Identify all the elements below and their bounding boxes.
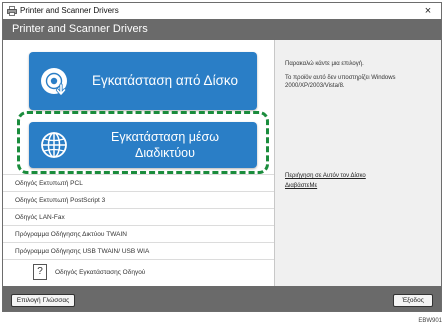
install-from-internet-label: Εγκατάσταση μέσω Διαδικτύου	[79, 129, 251, 161]
install-from-internet-button[interactable]: Εγκατάσταση μέσω Διαδικτύου	[29, 122, 257, 168]
footer-bar: Επιλογή Γλώσσας Έξοδος	[3, 286, 441, 311]
installer-window: Printer and Scanner Drivers × Printer an…	[2, 2, 442, 312]
compatibility-note: Το προϊόν αυτό δεν υποστηρίζει Windows 2…	[285, 75, 396, 89]
question-icon: ?	[33, 264, 47, 280]
driver-list: Οδηγός Εκτυπωτή PCL Οδηγός Εκτυπωτή Post…	[3, 174, 274, 259]
exit-button[interactable]: Έξοδος	[393, 294, 433, 307]
window-title: Printer and Scanner Drivers	[20, 6, 119, 15]
disc-install-icon	[41, 68, 67, 96]
install-from-internet-line-1: Εγκατάσταση μέσω	[111, 130, 219, 144]
app-header: Printer and Scanner Drivers	[3, 19, 441, 40]
install-from-internet-line-2: Διαδικτύου	[135, 146, 195, 160]
driver-item-usb-twain-wia[interactable]: Πρόγραμμα Οδήγησης USB TWAIN/ USB WIA	[3, 242, 274, 259]
guide-label: Οδηγός Εγκατάστασης Οδηγού	[55, 269, 146, 276]
left-panel: Εγκατάσταση από Δίσκο Εγκατάσταση μέσω Δ…	[3, 40, 275, 286]
readme-link[interactable]: ΔιαβάστεΜε	[285, 182, 317, 190]
driver-item-postscript[interactable]: Οδηγός Εκτυπωτή PostScript 3	[3, 191, 274, 208]
browse-disk-link[interactable]: Περιήγηση σε Αυτόν τον Δίσκο	[285, 172, 366, 180]
select-language-button[interactable]: Επιλογή Γλώσσας	[11, 294, 75, 307]
driver-item-lan-fax[interactable]: Οδηγός LAN-Fax	[3, 208, 274, 225]
title-bar: Printer and Scanner Drivers ×	[3, 3, 441, 19]
close-button[interactable]: ×	[421, 3, 435, 19]
figure-reference-code: EBW901	[418, 318, 442, 324]
driver-item-pcl[interactable]: Οδηγός Εκτυπωτή PCL	[3, 174, 274, 191]
install-from-disk-label: Εγκατάσταση από Δίσκο	[91, 73, 239, 88]
info-panel: Παρακαλώ κάντε μια επιλογή. Το προϊόν αυ…	[275, 40, 441, 286]
install-from-disk-button[interactable]: Εγκατάσταση από Δίσκο	[29, 52, 257, 110]
driver-installation-guide[interactable]: ? Οδηγός Εγκατάστασης Οδηγού	[3, 259, 274, 285]
globe-icon	[41, 132, 67, 158]
printer-app-icon	[7, 6, 17, 16]
selection-prompt: Παρακαλώ κάντε μια επιλογή.	[285, 61, 364, 67]
driver-item-network-twain[interactable]: Πρόγραμμα Οδήγησης Δικτύου TWAIN	[3, 225, 274, 242]
